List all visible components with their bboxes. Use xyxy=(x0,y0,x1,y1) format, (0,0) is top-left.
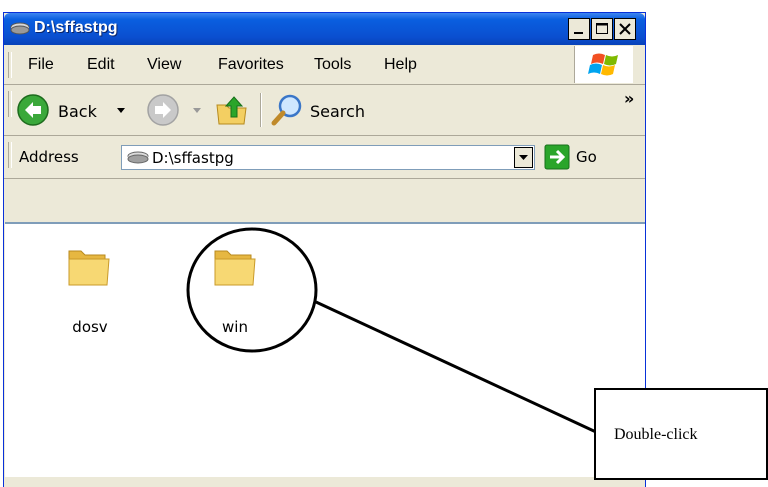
highlight-circle xyxy=(186,227,318,353)
callout-box: Double-click xyxy=(594,388,768,480)
callout-leader-line xyxy=(315,300,597,434)
callout-text: Double-click xyxy=(614,426,698,443)
